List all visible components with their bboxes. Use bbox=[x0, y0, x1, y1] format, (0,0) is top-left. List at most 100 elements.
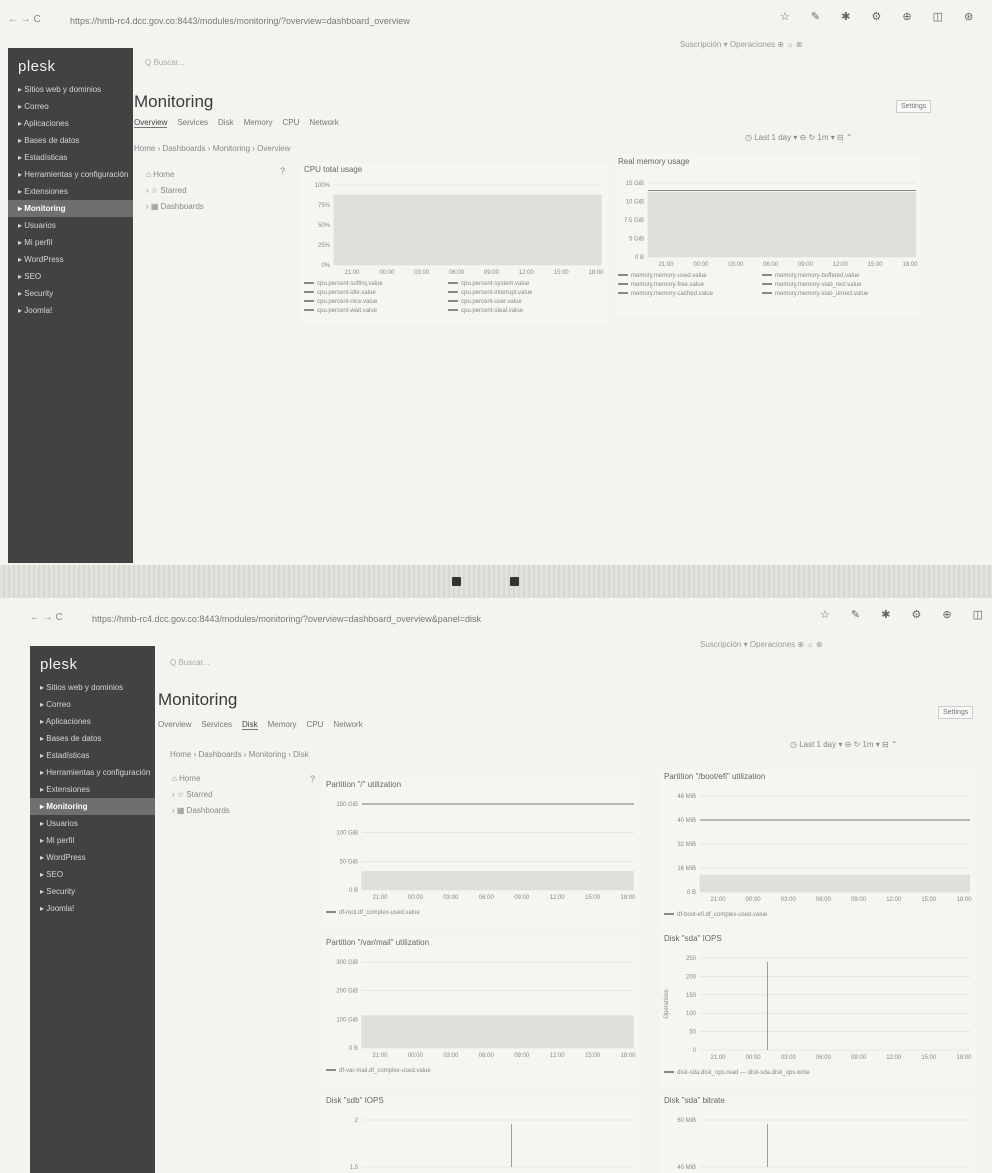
x-tick-label: 06:00 bbox=[763, 262, 779, 268]
tab-services[interactable]: Services bbox=[177, 118, 208, 127]
search-input[interactable]: Q Buscar... bbox=[145, 58, 185, 67]
legend-item[interactable]: df-boot-efi.df_complex-used.value bbox=[664, 912, 767, 921]
x-tick-label: 15:00 bbox=[868, 262, 884, 268]
legend-item[interactable]: memory.memory-used.value bbox=[618, 273, 762, 282]
sidebar-item-seo[interactable]: ▸ SEO bbox=[8, 268, 133, 285]
url-field[interactable]: https://hmb-rc4.dcc.gov.co:8443/modules/… bbox=[92, 614, 481, 624]
sidebar-item-joomla[interactable]: ▸ Joomla! bbox=[8, 302, 133, 319]
legend-item[interactable]: cpu.percent-idle.value bbox=[304, 290, 448, 299]
sidebar-item-monitoring[interactable]: ▸ Monitoring bbox=[8, 200, 133, 217]
tree-item-home[interactable]: ⌂ Home bbox=[146, 170, 204, 186]
search-input[interactable]: Q Buscar... bbox=[170, 658, 210, 667]
legend-item[interactable]: cpu.percent-user.value bbox=[448, 299, 592, 308]
sidebar-item-mi-perfil[interactable]: ▸ Mi perfil bbox=[30, 832, 155, 849]
legend-item[interactable]: cpu.percent-softirq.value bbox=[304, 281, 448, 290]
sidebar-item-herramientas-y-configuraci-n[interactable]: ▸ Herramientas y configuración bbox=[30, 764, 155, 781]
x-tick-label: 21:00 bbox=[372, 1053, 388, 1059]
legend-item[interactable]: df-var-mail.df_complex-used.value bbox=[326, 1068, 431, 1077]
browser-nav-buttons[interactable]: ← → C bbox=[30, 612, 63, 623]
x-tick-label: 12:00 bbox=[550, 895, 566, 901]
home-icon: ⌂ bbox=[172, 774, 180, 783]
browser-toolbar-icons[interactable]: ☆ ✎ ✱ ⚙ ⊕ ◫ ⊛ ⋮ bbox=[820, 608, 992, 621]
legend-swatch bbox=[762, 274, 772, 277]
time-range-toolbar[interactable]: ◷ Last 1 day ▾ ⊖ ↻ 1m ▾ ⊟ ⌃ bbox=[745, 133, 853, 142]
tab-disk[interactable]: Disk bbox=[242, 720, 258, 730]
time-range-toolbar[interactable]: ◷ Last 1 day ▾ ⊖ ↻ 1m ▾ ⊟ ⌃ bbox=[790, 740, 898, 749]
x-tick-label: 06:00 bbox=[479, 895, 495, 901]
sidebar-item-sitios-web-y-dominios[interactable]: ▸ Sitios web y dominios bbox=[30, 679, 155, 696]
sidebar-item-aplicaciones[interactable]: ▸ Aplicaciones bbox=[8, 115, 133, 132]
x-tick-label: 12:00 bbox=[886, 1055, 902, 1061]
tab-memory[interactable]: Memory bbox=[244, 118, 273, 127]
sidebar-item-seo[interactable]: ▸ SEO bbox=[30, 866, 155, 883]
tab-disk[interactable]: Disk bbox=[218, 118, 234, 127]
sidebar-item-joomla[interactable]: ▸ Joomla! bbox=[30, 900, 155, 917]
sidebar-item-correo[interactable]: ▸ Correo bbox=[30, 696, 155, 713]
plesk-subscription-bar[interactable]: Suscripción ▾ Operaciones ⊕ ☼ ⊗ bbox=[680, 40, 803, 49]
tab-services[interactable]: Services bbox=[201, 720, 232, 729]
sidebar-item-bases-de-datos[interactable]: ▸ Bases de datos bbox=[8, 132, 133, 149]
x-tick-label: 00:00 bbox=[408, 895, 424, 901]
tab-overview[interactable]: Overview bbox=[134, 118, 168, 128]
sidebar-item-estad-sticas[interactable]: ▸ Estadísticas bbox=[8, 149, 133, 166]
legend-item[interactable]: cpu.percent-system.value bbox=[448, 281, 592, 290]
sidebar-item-sitios-web-y-dominios[interactable]: ▸ Sitios web y dominios bbox=[8, 81, 133, 98]
sidebar-item-wordpress[interactable]: ▸ WordPress bbox=[8, 251, 133, 268]
sidebar-item-estad-sticas[interactable]: ▸ Estadísticas bbox=[30, 747, 155, 764]
legend-item[interactable]: memory.memory-buffered.value bbox=[762, 273, 906, 282]
sidebar-item-extensiones[interactable]: ▸ Extensiones bbox=[8, 183, 133, 200]
y-tick-label: 0 B bbox=[635, 255, 644, 261]
sidebar-item-monitoring[interactable]: ▸ Monitoring bbox=[30, 798, 155, 815]
legend-item[interactable]: memory.memory-slab_recl.value bbox=[762, 282, 906, 291]
chart-legend: df-boot-efi.df_complex-used.value bbox=[664, 912, 767, 921]
tab-network[interactable]: Network bbox=[309, 118, 338, 127]
tree-item-starred[interactable]: › ☆ Starred bbox=[172, 790, 230, 806]
legend-item[interactable]: cpu.percent-steal.value bbox=[448, 308, 592, 317]
legend-item[interactable]: cpu.percent-interrupt.value bbox=[448, 290, 592, 299]
settings-button[interactable]: Settings bbox=[896, 100, 932, 113]
browser-nav-buttons[interactable]: ← → C bbox=[8, 14, 41, 25]
tab-cpu[interactable]: CPU bbox=[282, 118, 299, 127]
browser-toolbar-icons[interactable]: ☆ ✎ ✱ ⚙ ⊕ ◫ ⊛ ⋮ bbox=[780, 10, 992, 23]
x-tick-label: 03:00 bbox=[781, 1055, 797, 1061]
sidebar-item-correo[interactable]: ▸ Correo bbox=[8, 98, 133, 115]
settings-button[interactable]: Settings bbox=[938, 706, 974, 719]
tab-memory[interactable]: Memory bbox=[268, 720, 297, 729]
plesk-subscription-bar[interactable]: Suscripción ▾ Operaciones ⊕ ☼ ⊗ bbox=[700, 640, 823, 649]
sidebar-item-mi-perfil[interactable]: ▸ Mi perfil bbox=[8, 234, 133, 251]
x-tick-label: 06:00 bbox=[479, 1053, 495, 1059]
legend-item[interactable]: memory.memory-cached.value bbox=[618, 291, 762, 300]
legend-item[interactable]: disk-sda.disk_ops.read — disk-sda.disk_o… bbox=[664, 1070, 810, 1079]
sidebar-item-usuarios[interactable]: ▸ Usuarios bbox=[8, 217, 133, 234]
sidebar-item-usuarios[interactable]: ▸ Usuarios bbox=[30, 815, 155, 832]
y-tick-label: 40 MiB bbox=[677, 818, 696, 824]
tree-item-home[interactable]: ⌂ Home bbox=[172, 774, 230, 790]
tree-item-dashboards[interactable]: › ▦ Dashboards bbox=[172, 806, 230, 822]
sidebar-item-bases-de-datos[interactable]: ▸ Bases de datos bbox=[30, 730, 155, 747]
x-tick-label: 09:00 bbox=[851, 897, 867, 903]
y-tick-label: 100% bbox=[315, 183, 331, 189]
legend-item[interactable]: memory.memory-slab_unrecl.value bbox=[762, 291, 906, 300]
sidebar-item-security[interactable]: ▸ Security bbox=[30, 883, 155, 900]
legend-item[interactable]: memory.memory-free.value bbox=[618, 282, 762, 291]
help-icon[interactable]: ? bbox=[310, 774, 315, 784]
sidebar-item-aplicaciones[interactable]: ▸ Aplicaciones bbox=[30, 713, 155, 730]
help-icon[interactable]: ? bbox=[280, 166, 285, 176]
sidebar-item-wordpress[interactable]: ▸ WordPress bbox=[30, 849, 155, 866]
sidebar-item-herramientas-y-configuraci-n[interactable]: ▸ Herramientas y configuración bbox=[8, 166, 133, 183]
tree-item-dashboards[interactable]: › ▦ Dashboards bbox=[146, 202, 204, 218]
url-field[interactable]: https://hmb-rc4.dcc.gov.co:8443/modules/… bbox=[70, 16, 410, 26]
tab-overview[interactable]: Overview bbox=[158, 720, 191, 729]
legend-item[interactable]: df-root.df_complex-used.value bbox=[326, 910, 420, 919]
sidebar-item-security[interactable]: ▸ Security bbox=[8, 285, 133, 302]
legend-item[interactable]: cpu.percent-nice.value bbox=[304, 299, 448, 308]
sidebar-item-extensiones[interactable]: ▸ Extensiones bbox=[30, 781, 155, 798]
legend-swatch bbox=[304, 300, 314, 303]
legend-item[interactable]: cpu.percent-wait.value bbox=[304, 308, 448, 317]
x-tick-label: 21:00 bbox=[710, 1055, 726, 1061]
x-tick-label: 09:00 bbox=[514, 895, 530, 901]
tab-network[interactable]: Network bbox=[333, 720, 362, 729]
tree-item-starred[interactable]: › ☆ Starred bbox=[146, 186, 204, 202]
y-tick-label: 0 bbox=[693, 1048, 697, 1054]
tab-cpu[interactable]: CPU bbox=[306, 720, 323, 729]
